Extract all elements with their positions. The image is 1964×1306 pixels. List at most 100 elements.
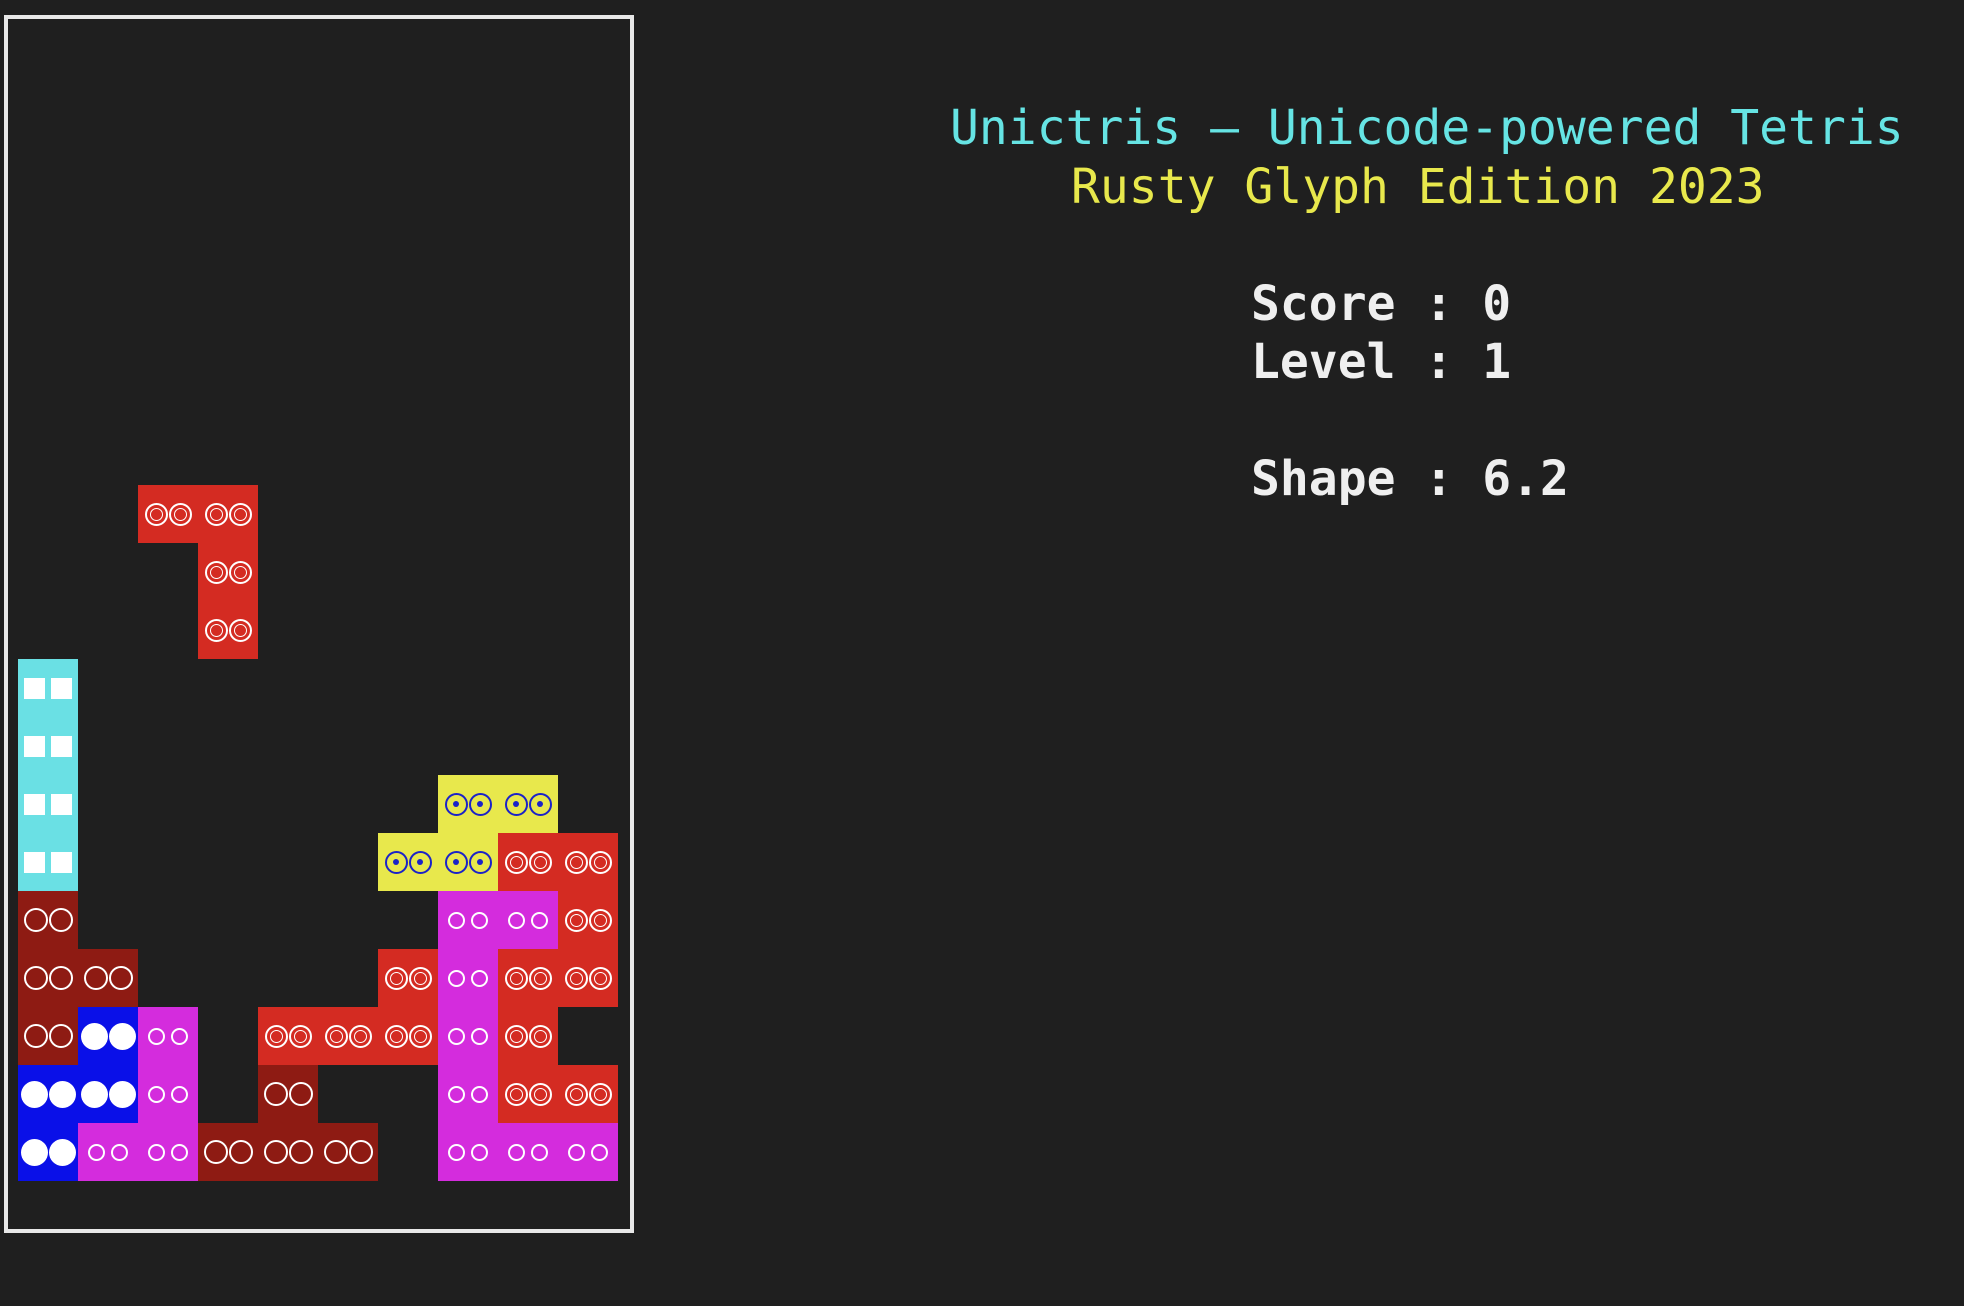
locked-block (498, 833, 558, 891)
small_ring-glyph-icon (448, 969, 488, 987)
locked-block (438, 833, 498, 891)
locked-block (258, 1065, 318, 1123)
ring-glyph-icon (504, 1024, 552, 1048)
locked-block (138, 1123, 198, 1181)
locked-block (558, 891, 618, 949)
locked-block (498, 1065, 558, 1123)
locked-block (558, 1123, 618, 1181)
locked-block (558, 833, 618, 891)
locked-block (18, 1065, 78, 1123)
dot-glyph-icon (20, 1138, 76, 1166)
level-display: Level : 1 (1251, 334, 1511, 390)
bullseye-glyph-icon (444, 792, 492, 816)
locked-block (558, 949, 618, 1007)
falling-piece-block (198, 601, 258, 659)
shape-label: Shape : (1251, 451, 1483, 507)
locked-block (18, 949, 78, 1007)
locked-block (438, 1007, 498, 1065)
ring-glyph-icon (204, 502, 252, 526)
small_ring-glyph-icon (448, 1027, 488, 1045)
locked-block (498, 1123, 558, 1181)
locked-block (498, 949, 558, 1007)
game-board (4, 15, 634, 1233)
locked-block (498, 1007, 558, 1065)
locked-block (498, 891, 558, 949)
locked-block (18, 775, 78, 833)
small_ring-glyph-icon (148, 1143, 188, 1161)
locked-block (78, 1065, 138, 1123)
shape-display: Shape : 6.2 (1251, 451, 1569, 507)
locked-block (18, 1007, 78, 1065)
dot-glyph-icon (20, 1080, 76, 1108)
big_ring-glyph-icon (83, 966, 133, 990)
shape-value: 6.2 (1482, 451, 1569, 507)
ring-glyph-icon (564, 850, 612, 874)
ring-glyph-icon (384, 1024, 432, 1048)
big_ring-glyph-icon (203, 1140, 253, 1164)
game-title: Unictris – Unicode-powered Tetris (950, 100, 1904, 156)
locked-block (378, 833, 438, 891)
locked-block (318, 1123, 378, 1181)
ring-glyph-icon (204, 560, 252, 584)
ring-glyph-icon (564, 1082, 612, 1106)
dot-glyph-icon (80, 1022, 136, 1050)
locked-block (378, 1007, 438, 1065)
ring-glyph-icon (204, 618, 252, 642)
locked-block (558, 1065, 618, 1123)
ring-glyph-icon (504, 850, 552, 874)
dot-glyph-icon (80, 1080, 136, 1108)
locked-block (438, 1065, 498, 1123)
locked-block (138, 1065, 198, 1123)
ring-glyph-icon (504, 1082, 552, 1106)
level-label: Level : (1251, 334, 1483, 390)
square-glyph-icon (24, 793, 72, 815)
game-subtitle: Rusty Glyph Edition 2023 (1071, 159, 1765, 215)
locked-block (78, 1007, 138, 1065)
square-glyph-icon (24, 851, 72, 873)
big_ring-glyph-icon (23, 966, 73, 990)
locked-block (78, 949, 138, 1007)
small_ring-glyph-icon (88, 1143, 128, 1161)
small_ring-glyph-icon (148, 1085, 188, 1103)
locked-block (378, 949, 438, 1007)
locked-block (258, 1007, 318, 1065)
small_ring-glyph-icon (508, 911, 548, 929)
level-value: 1 (1482, 334, 1512, 390)
small_ring-glyph-icon (148, 1027, 188, 1045)
small_ring-glyph-icon (448, 1143, 488, 1161)
big_ring-glyph-icon (263, 1140, 313, 1164)
bullseye-glyph-icon (504, 792, 552, 816)
locked-block (18, 833, 78, 891)
big_ring-glyph-icon (323, 1140, 373, 1164)
falling-piece-block (198, 543, 258, 601)
square-glyph-icon (24, 735, 72, 757)
locked-block (198, 1123, 258, 1181)
small_ring-glyph-icon (448, 911, 488, 929)
ring-glyph-icon (324, 1024, 372, 1048)
falling-piece-block (198, 485, 258, 543)
locked-block (438, 775, 498, 833)
locked-block (438, 949, 498, 1007)
locked-block (138, 1007, 198, 1065)
score-display: Score : 0 (1251, 276, 1511, 332)
locked-block (318, 1007, 378, 1065)
big_ring-glyph-icon (23, 908, 73, 932)
ring-glyph-icon (144, 502, 192, 526)
locked-block (78, 1123, 138, 1181)
locked-block (18, 1123, 78, 1181)
score-value: 0 (1482, 276, 1512, 332)
small_ring-glyph-icon (508, 1143, 548, 1161)
locked-block (18, 717, 78, 775)
locked-block (438, 891, 498, 949)
ring-glyph-icon (564, 966, 612, 990)
locked-block (18, 659, 78, 717)
score-label: Score : (1251, 276, 1483, 332)
locked-block (18, 891, 78, 949)
square-glyph-icon (24, 677, 72, 699)
bullseye-glyph-icon (444, 850, 492, 874)
small_ring-glyph-icon (448, 1085, 488, 1103)
big_ring-glyph-icon (263, 1082, 313, 1106)
big_ring-glyph-icon (23, 1024, 73, 1048)
locked-block (498, 775, 558, 833)
locked-block (258, 1123, 318, 1181)
